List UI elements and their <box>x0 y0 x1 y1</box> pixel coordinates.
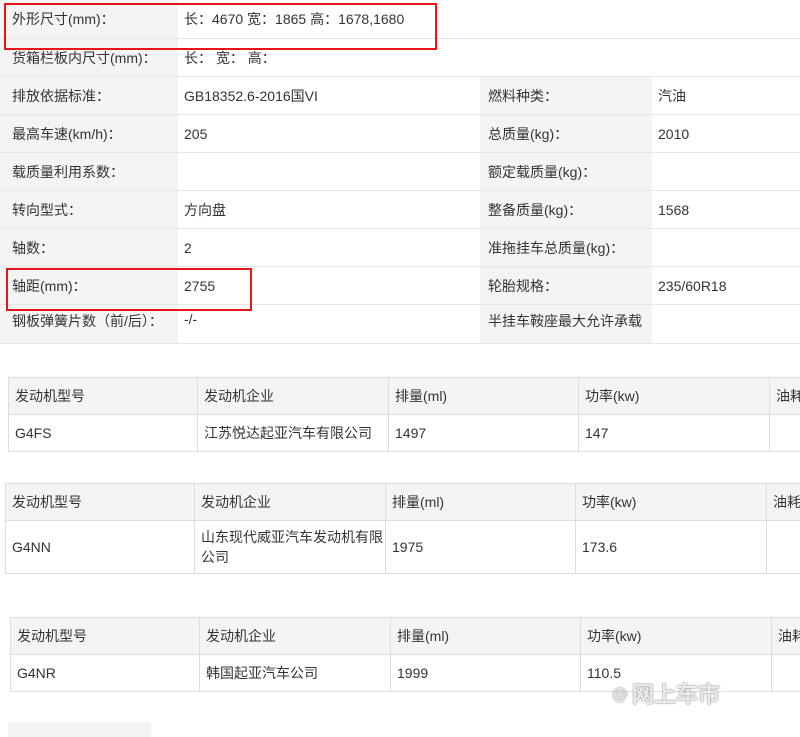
displacement-value: 1975 <box>385 520 576 574</box>
axle-count-value: 2 <box>178 228 480 267</box>
power-header: 功率(kw) <box>578 377 770 415</box>
emission-standard-value: GB18352.6-2016国VI <box>178 76 480 115</box>
engine-table-row: G4NN 山东现代威亚汽车发动机有限公司 1975 173.6 <box>5 520 800 574</box>
trailer-mass-label: 准拖挂车总质量(kg)： <box>480 228 652 267</box>
engine-table-header: 发动机型号 发动机企业 排量(ml) 功率(kw) 油耗 <box>8 377 800 415</box>
fifth-wheel-load-value <box>652 304 800 344</box>
power-header: 功率(kw) <box>580 617 772 655</box>
spec-row-speed: 最高车速(km/h)： 205 总质量(kg)： 2010 <box>0 114 800 153</box>
power-value: 173.6 <box>575 520 767 574</box>
rated-load-value <box>652 152 800 191</box>
steering-type-label: 转向型式： <box>0 190 178 229</box>
spec-row-steering: 转向型式： 方向盘 整备质量(kg)： 1568 <box>0 190 800 229</box>
emission-standard-label: 排放依据标准： <box>0 76 178 115</box>
load-utilization-label: 载质量利用系数： <box>0 152 178 191</box>
fuel-consumption-header: 油耗 <box>766 483 800 521</box>
fuel-consumption-value <box>769 414 800 452</box>
spec-row-emission: 排放依据标准： GB18352.6-2016国VI 燃料种类： 汽油 <box>0 76 800 115</box>
total-mass-value: 2010 <box>652 114 800 153</box>
total-mass-label: 总质量(kg)： <box>480 114 652 153</box>
engine-table-row: G4FS 江苏悦达起亚汽车有限公司 1497 147 <box>8 414 800 452</box>
displacement-value: 1497 <box>388 414 579 452</box>
engine-maker-header: 发动机企业 <box>197 377 389 415</box>
fifth-wheel-load-label: 半挂车鞍座最大允许承载 <box>480 304 652 344</box>
watermark-at-icon: @ <box>612 683 628 703</box>
fuel-type-value: 汽油 <box>652 76 800 115</box>
engine-model-value: G4NR <box>10 654 200 692</box>
engine-table-2: 发动机型号 发动机企业 排量(ml) 功率(kw) 油耗 G4NN 山东现代威亚… <box>5 483 800 574</box>
rated-load-label: 额定载质量(kg)： <box>480 152 652 191</box>
fuel-consumption-value <box>766 520 800 574</box>
engine-model-header: 发动机型号 <box>8 377 198 415</box>
fuel-consumption-header: 油耗 <box>769 377 800 415</box>
engine-table-1: 发动机型号 发动机企业 排量(ml) 功率(kw) 油耗 G4FS 江苏悦达起亚… <box>8 377 800 452</box>
fuel-consumption-header: 油耗 <box>771 617 800 655</box>
trailer-mass-value <box>652 228 800 267</box>
max-speed-value: 205 <box>178 114 480 153</box>
axle-count-label: 轴数： <box>0 228 178 267</box>
site-watermark: @ 网上车市 <box>612 677 720 709</box>
wheelbase-highlight-box <box>6 268 252 311</box>
displacement-header: 排量(ml) <box>385 483 576 521</box>
displacement-value: 1999 <box>390 654 581 692</box>
engine-maker-value: 山东现代威亚汽车发动机有限公司 <box>194 520 386 574</box>
steering-type-value: 方向盘 <box>178 190 480 229</box>
engine-maker-value: 韩国起亚汽车公司 <box>199 654 391 692</box>
tire-spec-value: 235/60R18 <box>652 266 800 305</box>
engine-model-header: 发动机型号 <box>10 617 200 655</box>
tire-spec-label: 轮胎规格： <box>480 266 652 305</box>
curb-weight-label: 整备质量(kg)： <box>480 190 652 229</box>
displacement-header: 排量(ml) <box>388 377 579 415</box>
dimensions-highlight-box <box>4 3 437 50</box>
spec-row-axles: 轴数： 2 准拖挂车总质量(kg)： <box>0 228 800 267</box>
curb-weight-value: 1568 <box>652 190 800 229</box>
engine-maker-header: 发动机企业 <box>199 617 391 655</box>
engine-table-header: 发动机型号 发动机企业 排量(ml) 功率(kw) 油耗 <box>5 483 800 521</box>
load-utilization-value <box>178 152 480 191</box>
engine-model-value: G4FS <box>8 414 198 452</box>
fuel-consumption-value <box>771 654 800 692</box>
engine-table-header: 发动机型号 发动机企业 排量(ml) 功率(kw) 油耗 <box>10 617 800 655</box>
spec-row-load-factor: 载质量利用系数： 额定载质量(kg)： <box>0 152 800 191</box>
engine-model-header: 发动机型号 <box>5 483 195 521</box>
fuel-type-label: 燃料种类： <box>480 76 652 115</box>
engine-maker-header: 发动机企业 <box>194 483 386 521</box>
power-header: 功率(kw) <box>575 483 767 521</box>
displacement-header: 排量(ml) <box>390 617 581 655</box>
engine-maker-value: 江苏悦达起亚汽车有限公司 <box>197 414 389 452</box>
max-speed-label: 最高车速(km/h)： <box>0 114 178 153</box>
engine-model-value: G4NN <box>5 520 195 574</box>
watermark-text: 网上车市 <box>632 683 721 708</box>
power-value: 147 <box>578 414 770 452</box>
next-table-header-fragment <box>8 722 151 737</box>
